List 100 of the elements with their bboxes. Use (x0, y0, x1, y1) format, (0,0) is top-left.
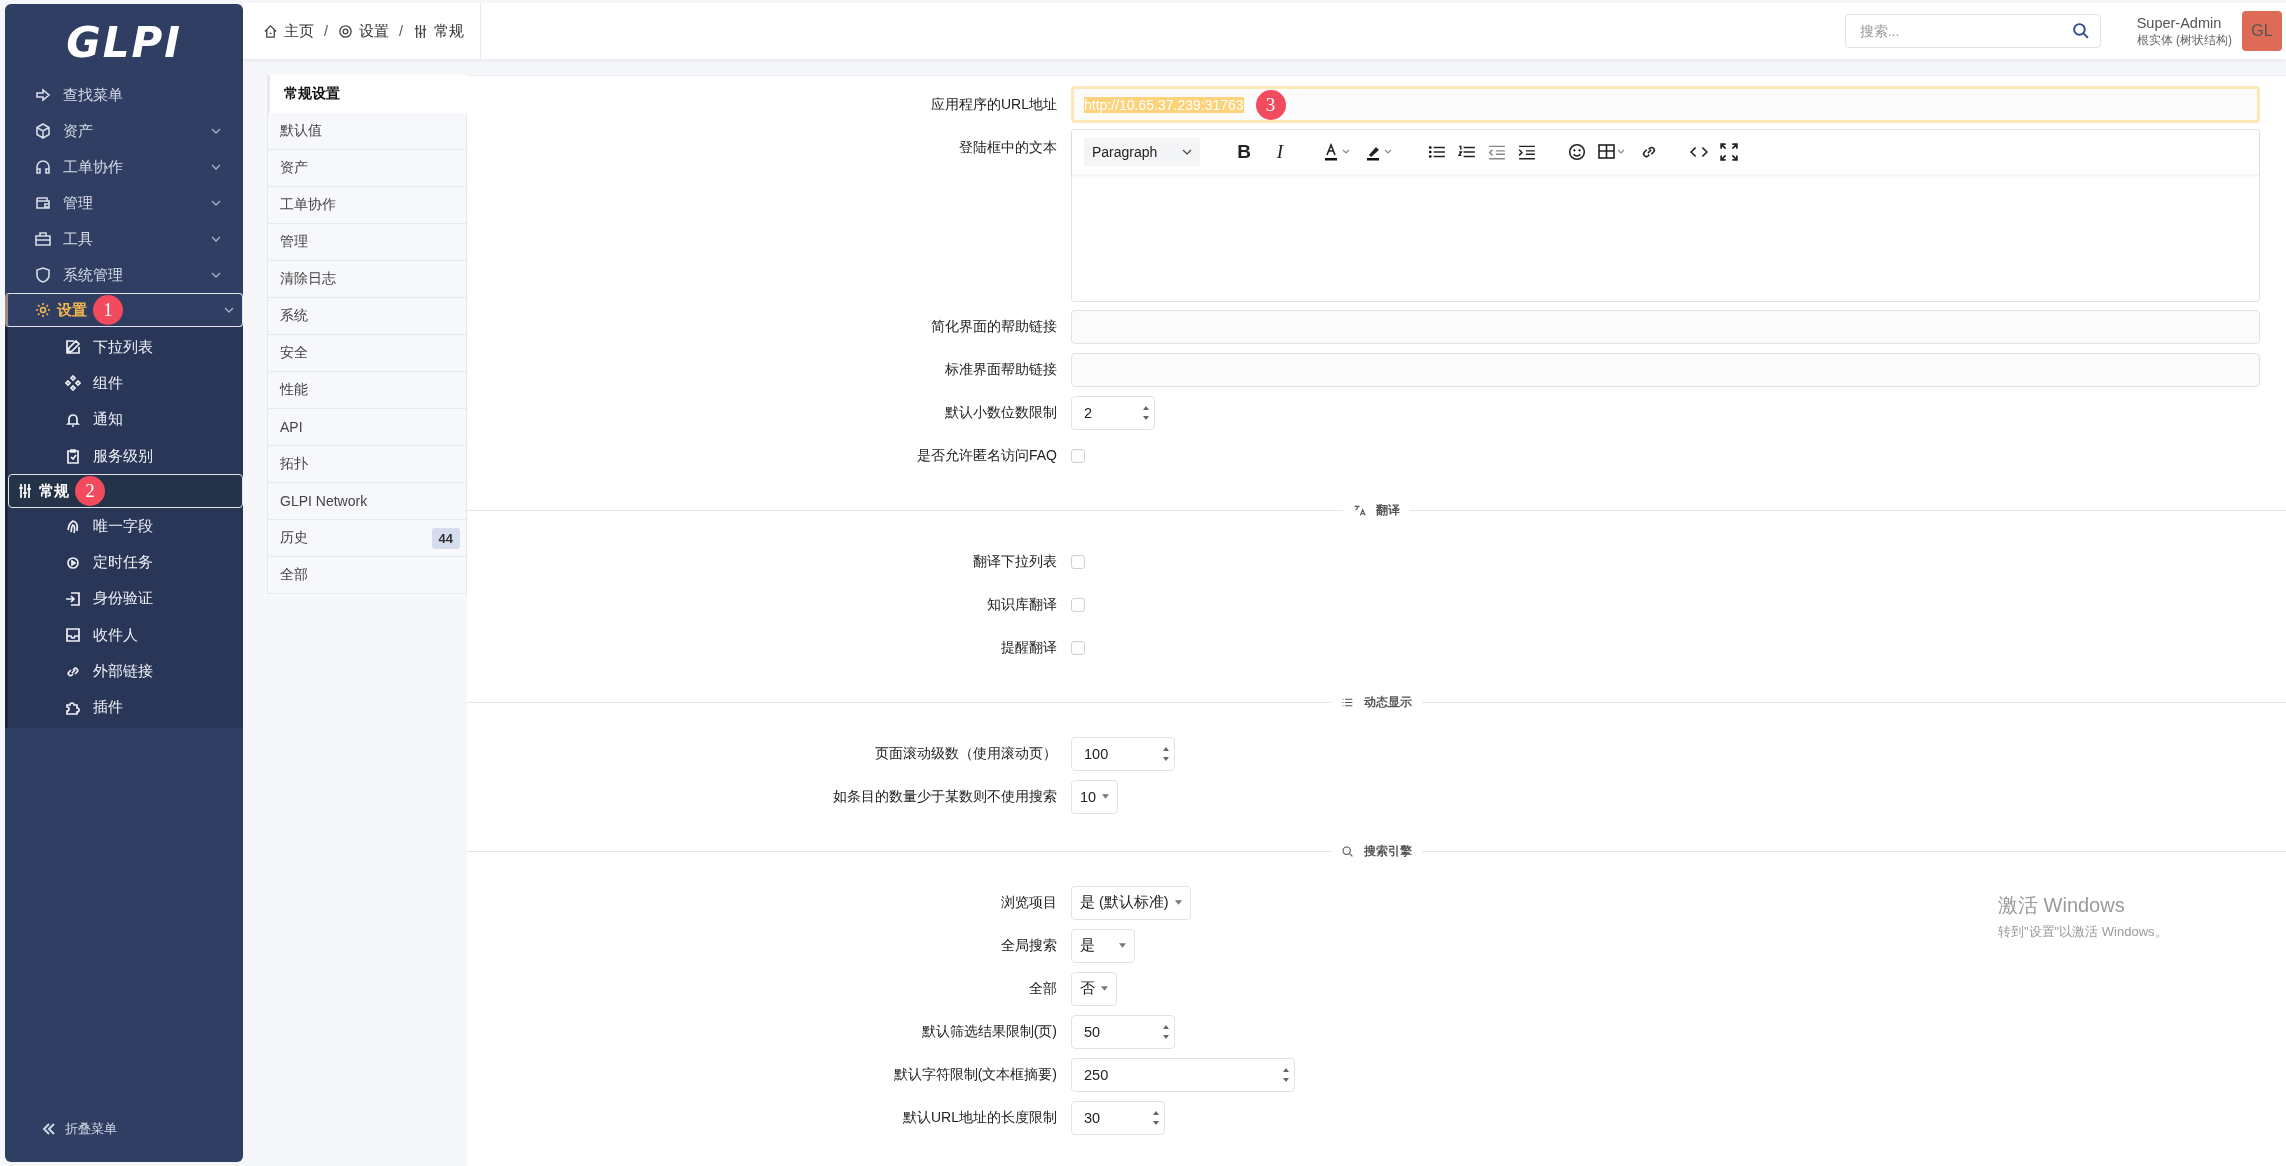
checkbox[interactable] (1071, 554, 1085, 569)
dropdown[interactable]: 否 (1071, 971, 1117, 1006)
briefcase-icon (35, 231, 51, 247)
shield-icon (35, 267, 51, 283)
sidebar-item[interactable]: 查找菜单 (5, 77, 243, 113)
annotation-marker: 3 (1255, 89, 1286, 120)
arrow-right-icon (35, 87, 51, 103)
submenu-item[interactable]: 定时任务 (8, 544, 243, 581)
fullscreen-icon[interactable] (1720, 143, 1738, 161)
tab-label: 全部 (280, 566, 308, 584)
submenu-item[interactable]: 通知 (8, 401, 243, 438)
field-label: 提醒翻译 (1000, 638, 1058, 657)
tab[interactable]: 历史 44 (267, 520, 467, 557)
text-field[interactable] (1071, 309, 2260, 344)
tab-label: GLPI Network (280, 493, 368, 509)
section-heading: 翻译 (1376, 502, 1400, 519)
logo[interactable]: GLPI (66, 4, 182, 77)
field-label: 标准界面帮助链接 (944, 360, 1058, 379)
tab-label: 资产 (280, 159, 308, 177)
field-value: 50 (1084, 1023, 1101, 1040)
submenu-item[interactable]: 常规 2 (8, 474, 243, 509)
tab-label: 工单协作 (280, 196, 336, 214)
submenu-item[interactable]: 服务级别 (8, 437, 243, 475)
breadcrumb-link[interactable]: 常规 (434, 21, 465, 41)
tab[interactable]: 系统 (267, 298, 467, 335)
tab-label: 系统 (280, 307, 308, 325)
text-field[interactable]: http://10.65.37.239:31763 3 (1071, 86, 2260, 123)
tab[interactable]: 性能 (267, 372, 467, 409)
italic-button[interactable]: I (1268, 141, 1292, 163)
text-field[interactable] (1071, 352, 2260, 387)
tab[interactable]: 工单协作 (267, 187, 467, 224)
submenu-item[interactable]: 收件人 (8, 617, 243, 654)
submenu-item[interactable]: 外部链接 (8, 653, 243, 690)
dropdown[interactable]: 是 (默认标准) (1071, 885, 1191, 920)
number-field[interactable]: 50 (1071, 1014, 1175, 1049)
breadcrumb-link[interactable]: 主页 (284, 21, 314, 41)
cube-icon (35, 123, 51, 139)
number-field[interactable]: 30 (1071, 1100, 1165, 1135)
bold-button[interactable]: B (1232, 141, 1256, 163)
field-value: 250 (1084, 1066, 1109, 1083)
submenu-item[interactable]: 身份验证 (8, 580, 243, 618)
tab[interactable]: 资产 (267, 150, 467, 187)
sidebar-item[interactable]: 管理 (5, 185, 243, 221)
submenu-item[interactable]: 组件 (8, 365, 243, 402)
tab[interactable]: GLPI Network (267, 483, 467, 520)
field-value: 2 (1084, 404, 1093, 421)
tab[interactable]: 管理 (267, 224, 467, 261)
indent-icon[interactable] (1518, 143, 1536, 161)
checkbox[interactable] (1071, 640, 1085, 655)
tab[interactable]: API (267, 409, 467, 446)
login-icon (65, 590, 81, 607)
tab[interactable]: 拓扑 (267, 446, 467, 483)
dropdown[interactable]: 10 (1071, 779, 1119, 814)
outdent-icon[interactable] (1488, 143, 1506, 161)
submenu-item-label: 唯一字段 (93, 516, 153, 536)
section-heading: 搜索引擎 (1364, 843, 1412, 860)
tab[interactable]: 全部 (267, 557, 467, 594)
submenu-item-label: 通知 (93, 410, 123, 430)
caret-icon (1174, 900, 1182, 905)
double-chevron-icon (41, 1121, 57, 1137)
field-label: 默认字符限制(文本框摘要) (892, 1065, 1058, 1084)
collapse-menu-button[interactable]: 折叠菜单 (5, 1120, 243, 1162)
search-field[interactable]: 搜索... (1844, 14, 2101, 48)
submenu-item[interactable]: 插件 (8, 689, 243, 726)
dropdown[interactable]: 是 (1071, 928, 1135, 963)
tab-label: 默认值 (280, 122, 322, 140)
number-field[interactable]: 2 (1071, 395, 1155, 430)
caret-icon (1119, 943, 1126, 948)
sidebar-item[interactable]: 工具 (5, 221, 243, 257)
checkbox[interactable] (1071, 597, 1085, 612)
sidebar-item[interactable]: 资产 (5, 113, 243, 149)
tab-label: 历史 (280, 529, 308, 547)
rich-text-editor[interactable]: Paragraph B I (1071, 129, 2260, 302)
submenu-item-label: 下拉列表 (93, 337, 153, 357)
field-value: http://10.65.37.239:31763 (1084, 96, 1244, 113)
search-icon (1341, 845, 1354, 858)
smiley-icon[interactable] (1568, 143, 1586, 161)
field-label: 如条目的数量少于某数则不使用搜索 (832, 787, 1058, 806)
tab[interactable]: 安全 (267, 335, 467, 372)
submenu-item[interactable]: 唯一字段 (8, 508, 243, 545)
tab[interactable]: 默认值 (267, 113, 467, 150)
field-label: 知识库翻译 (986, 595, 1058, 614)
format-dropdown[interactable]: Paragraph (1084, 138, 1200, 166)
breadcrumb-link[interactable]: 设置 (359, 21, 390, 41)
tab[interactable]: 常规设置 (267, 75, 467, 113)
submenu-item-label: 服务级别 (93, 446, 153, 466)
sidebar-item-label: 查找菜单 (63, 85, 123, 105)
number-field[interactable]: 250 (1071, 1057, 1295, 1092)
sidebar-item[interactable]: 系统管理 (5, 257, 243, 293)
tab-label: 常规设置 (284, 85, 340, 103)
submenu-item-label: 收件人 (93, 625, 138, 645)
tab[interactable]: 清除日志 (267, 261, 467, 298)
sidebar-item-label: 系统管理 (63, 265, 123, 285)
sidebar-item[interactable]: 工单协作 (5, 149, 243, 185)
submenu-item[interactable]: 下拉列表 (8, 329, 243, 366)
bullet-list-icon[interactable] (1428, 143, 1446, 161)
number-field[interactable]: 100 (1071, 736, 1175, 771)
checkbox[interactable] (1071, 448, 1085, 463)
sidebar-item-label: 管理 (63, 193, 93, 213)
field-label: 页面滚动级数（使用滚动页） (874, 744, 1058, 763)
